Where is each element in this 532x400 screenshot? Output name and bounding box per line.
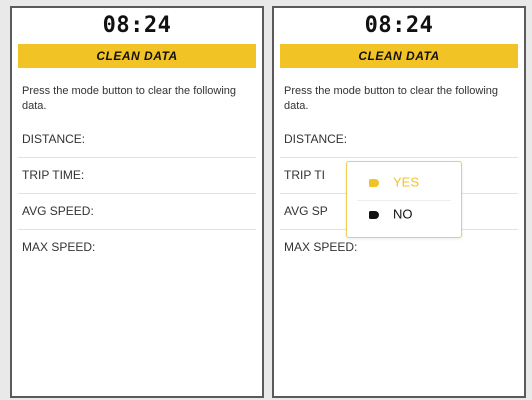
confirm-dialog: YES NO [346,161,462,238]
page-title: CLEAN DATA [280,44,518,68]
page-title: CLEAN DATA [18,44,256,68]
instruction-text: Press the mode button to clear the follo… [284,85,499,112]
instruction-text: Press the mode button to clear the follo… [22,85,237,112]
yes-label: YES [393,174,420,190]
list-item-trip-time: TRIP TIME: [18,158,256,194]
list-item-max-speed: MAX SPEED: [22,240,96,254]
dialog-divider [357,200,451,201]
screen-clean-data-confirm: 08:24 CLEAN DATA Press the mode button t… [272,6,526,398]
clock: 08:24 [102,13,172,38]
list-item-distance: DISTANCE: [280,122,518,158]
clock: 08:24 [364,13,434,38]
list-item-avg-speed: AVG SPEED: [18,194,256,230]
no-option[interactable]: NO [369,204,413,224]
data-list: DISTANCE: TRIP TIME: AVG SPEED: MAX SPEE… [12,122,262,265]
device-screens: 08:24 CLEAN DATA Press the mode button t… [0,0,532,400]
no-label: NO [393,206,413,222]
tag-icon [369,210,379,219]
tag-icon [369,178,379,187]
yes-option[interactable]: YES [369,172,419,192]
list-item-distance: DISTANCE: [18,122,256,158]
screen-clean-data: 08:24 CLEAN DATA Press the mode button t… [10,6,264,398]
